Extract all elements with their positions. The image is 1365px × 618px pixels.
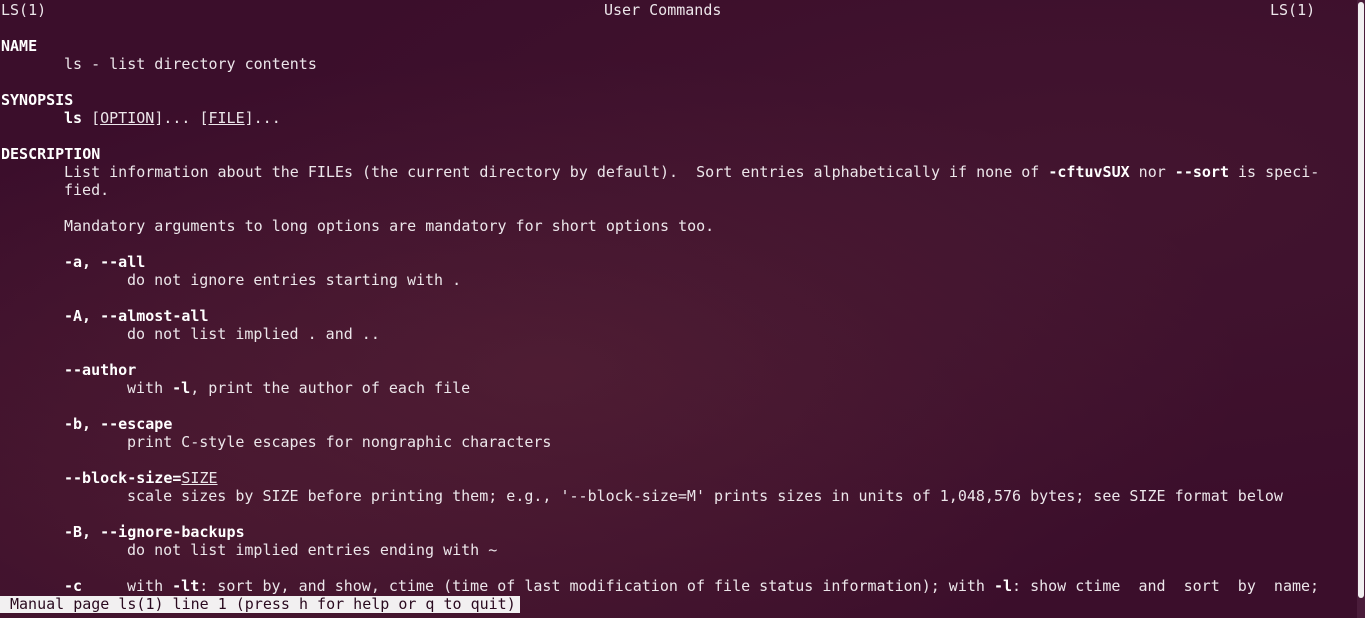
option-escape-flag: -b, --escape xyxy=(64,415,173,433)
description-flag: --sort xyxy=(1174,163,1229,181)
section-heading-description: DESCRIPTION xyxy=(1,145,101,163)
option-inline-flag: -l xyxy=(993,577,1013,595)
description-text: nor xyxy=(1129,163,1175,181)
option-text: with xyxy=(127,379,173,397)
section-heading-synopsis: SYNOPSIS xyxy=(1,91,74,109)
header-left: LS(1) xyxy=(1,1,47,19)
terminal-scrollbar[interactable] xyxy=(1357,0,1365,618)
option-ignore-backups-flag: -B, --ignore-backups xyxy=(64,523,245,541)
option-arg: SIZE xyxy=(181,469,218,487)
synopsis-line: ls [OPTION]... [FILE]... xyxy=(64,109,281,127)
header-title: User Commands xyxy=(604,1,722,19)
option-almost-all-flag: -A, --almost-all xyxy=(64,307,209,325)
synopsis-cmd: ls xyxy=(64,109,83,127)
synopsis-text: [ xyxy=(82,109,101,127)
option-escape-desc: print C-style escapes for nongraphic cha… xyxy=(127,433,552,451)
description-line-2: fied. xyxy=(64,181,110,199)
option-all-flag: -a, --all xyxy=(64,253,146,271)
option-c-desc: with -lt: sort by, and show, ctime (time… xyxy=(127,577,1319,595)
option-text: : show ctime and sort by name; xyxy=(1012,577,1320,595)
option-text: : sort by, and show, ctime (time of last… xyxy=(199,577,994,595)
synopsis-option: OPTION xyxy=(100,109,155,127)
option-author-desc: with -l, print the author of each file xyxy=(127,379,470,397)
description-line-1: List information about the FILEs (the cu… xyxy=(64,163,1319,181)
terminal-window[interactable]: LS(1) User Commands LS(1) NAME ls - list… xyxy=(0,0,1357,618)
scrollbar-thumb[interactable] xyxy=(1358,2,1364,598)
description-text: List information about the FILEs (the cu… xyxy=(64,163,1049,181)
option-all-desc: do not ignore entries starting with . xyxy=(127,271,462,289)
option-author-flag: --author xyxy=(64,361,137,379)
option-inline-flag: -l xyxy=(172,379,191,397)
option-block-size-desc: scale sizes by SIZE before printing them… xyxy=(127,487,1283,505)
option-inline-flag: -lt xyxy=(172,577,200,595)
option-block-size-flag: --block-size=SIZE xyxy=(64,469,218,487)
description-flag: -cftuvSUX xyxy=(1048,163,1130,181)
synopsis-text: ]... [ xyxy=(154,109,209,127)
header-right: LS(1) xyxy=(1270,1,1316,19)
name-text: ls - list directory contents xyxy=(64,55,317,73)
synopsis-text: ]... xyxy=(244,109,281,127)
option-almost-all-desc: do not list implied . and .. xyxy=(127,325,380,343)
section-heading-name: NAME xyxy=(1,37,38,55)
option-text: , print the author of each file xyxy=(190,379,471,397)
option-text: with xyxy=(127,577,173,595)
option-flag: --block-size= xyxy=(64,469,182,487)
option-ignore-backups-desc: do not list implied entries ending with … xyxy=(127,541,498,559)
pager-status-bar: Manual page ls(1) line 1 (press h for he… xyxy=(0,596,520,613)
synopsis-file: FILE xyxy=(208,109,245,127)
description-text: is speci- xyxy=(1228,163,1320,181)
description-mandatory: Mandatory arguments to long options are … xyxy=(64,217,715,235)
option-c-flag: -c xyxy=(64,577,83,595)
